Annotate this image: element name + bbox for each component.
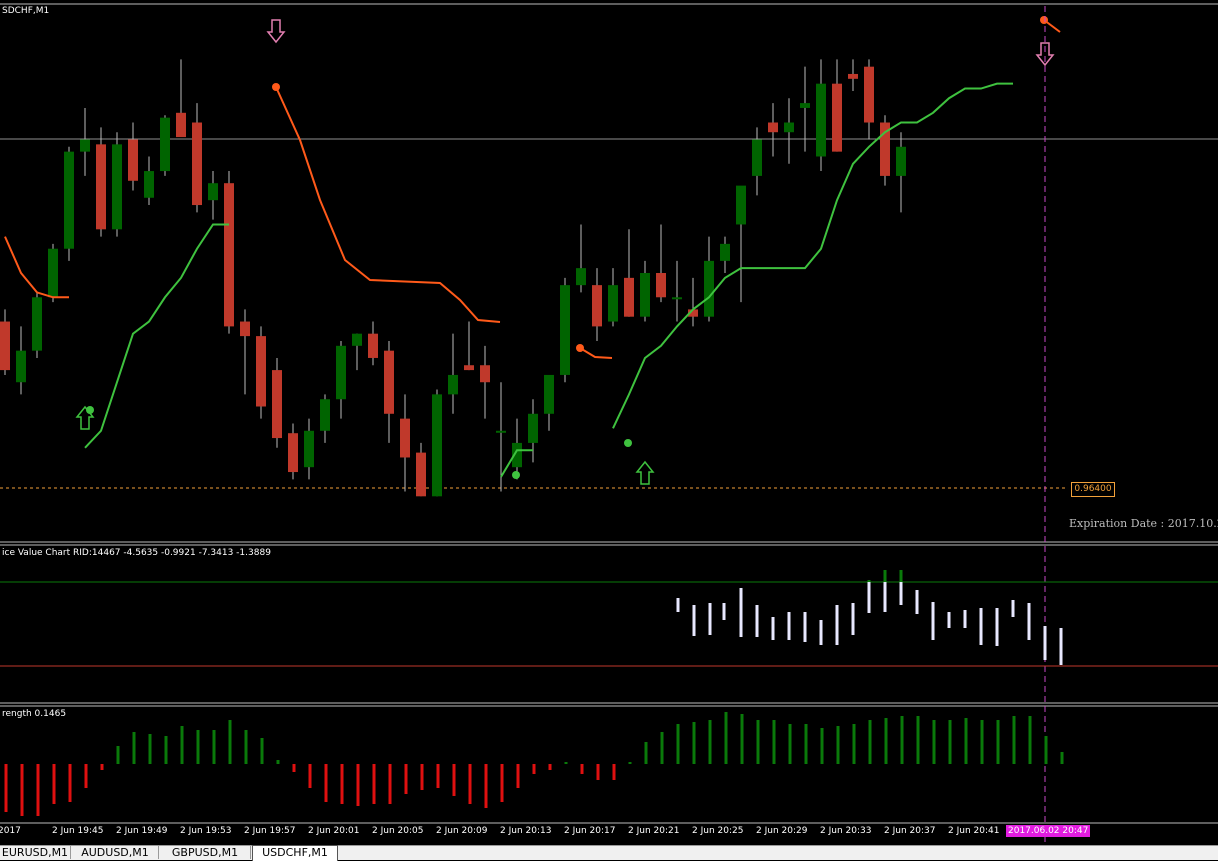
candle-body bbox=[176, 112, 186, 138]
candle-body bbox=[544, 374, 554, 414]
candle-body bbox=[256, 336, 266, 407]
buy-arrow-icon bbox=[635, 460, 655, 485]
candle-body bbox=[768, 122, 778, 133]
candle-body bbox=[496, 430, 506, 433]
lower-band-line-1 bbox=[84, 223, 229, 449]
upper-band-line-1 bbox=[4, 236, 69, 299]
time-axis-label: 2 Jun 20:21 bbox=[628, 826, 680, 836]
candle-body bbox=[816, 83, 826, 157]
price-level-tag: 0.96400 bbox=[1071, 482, 1115, 497]
time-axis-label: 2 Jun 20:33 bbox=[820, 826, 872, 836]
tab-audusd[interactable]: AUDUSD,M1 bbox=[72, 846, 159, 859]
candle-body bbox=[416, 452, 426, 497]
candle-body bbox=[144, 171, 154, 198]
candle-body bbox=[304, 430, 314, 468]
price-value-chart-title: ice Value Chart RID:14467 -4.5635 -0.992… bbox=[2, 548, 271, 558]
candle-body bbox=[832, 83, 842, 152]
candle-body bbox=[352, 333, 362, 346]
candle-body bbox=[560, 285, 570, 375]
time-axis-label: 2 Jun 20:37 bbox=[884, 826, 936, 836]
candle-body bbox=[16, 350, 26, 383]
upper-band-line-2 bbox=[275, 86, 501, 323]
candle-body bbox=[160, 117, 170, 172]
chart-tabs-bar: EURUSD,M1 AUDUSD,M1 GBPUSD,M1 USDCHF,M1 bbox=[0, 845, 1218, 861]
candle-body bbox=[192, 122, 202, 206]
candle-body bbox=[320, 399, 330, 431]
candle-body bbox=[448, 374, 458, 395]
candle-body bbox=[32, 297, 42, 351]
time-axis-label: 2 Jun 20:13 bbox=[500, 826, 552, 836]
chart-canvas[interactable] bbox=[0, 0, 1218, 859]
time-axis-label: 2 Jun 20:29 bbox=[756, 826, 808, 836]
candle-body bbox=[640, 273, 650, 317]
upper-band-dot bbox=[576, 344, 584, 352]
time-axis-label: 2 Jun 19:49 bbox=[116, 826, 168, 836]
sell-arrow-icon bbox=[266, 19, 286, 44]
candle-body bbox=[608, 285, 618, 322]
candle-body bbox=[96, 144, 106, 230]
tab-eurusd[interactable]: EURUSD,M1 bbox=[0, 846, 71, 859]
lower-band-dot bbox=[624, 439, 632, 447]
candle-body bbox=[592, 285, 602, 327]
candle-body bbox=[432, 394, 442, 497]
upper-band-dot bbox=[1040, 16, 1048, 24]
main-chart-title: SDCHF,M1 bbox=[2, 6, 50, 16]
candle-body bbox=[576, 268, 586, 286]
lower-band-line-3 bbox=[612, 82, 1013, 429]
candle-body bbox=[400, 418, 410, 458]
lower-band-dot bbox=[512, 471, 520, 479]
expiration-date-label: Expiration Date : 2017.10.29 bbox=[1069, 517, 1218, 530]
candle-body bbox=[48, 248, 58, 298]
candle-body bbox=[368, 333, 378, 358]
time-axis-label: 2 Jun 20:41 bbox=[948, 826, 1000, 836]
upper-band-dot bbox=[272, 83, 280, 91]
candle-body bbox=[800, 103, 810, 108]
candle-body bbox=[80, 139, 90, 152]
candle-body bbox=[864, 66, 874, 123]
candle-body bbox=[480, 365, 490, 383]
candle-body bbox=[528, 413, 538, 443]
candle-body bbox=[0, 321, 10, 371]
strength-indicator-title: rength 0.1465 bbox=[2, 709, 67, 719]
candle-body bbox=[112, 144, 122, 230]
time-axis-label: 2017 bbox=[0, 826, 21, 836]
candle-body bbox=[64, 151, 74, 249]
time-axis-label: 2 Jun 19:45 bbox=[52, 826, 104, 836]
time-axis-label: 2 Jun 20:25 bbox=[692, 826, 744, 836]
candle-body bbox=[240, 321, 250, 337]
upper-band-line-3 bbox=[579, 347, 613, 359]
candle-body bbox=[272, 370, 282, 439]
candle-body bbox=[128, 139, 138, 181]
candle-body bbox=[656, 273, 666, 298]
candle-body bbox=[224, 183, 234, 327]
candle-body bbox=[784, 122, 794, 133]
candle-body bbox=[704, 260, 714, 317]
time-cursor-label: 2017.06.02 20:47 bbox=[1006, 825, 1091, 837]
candle-body bbox=[848, 73, 858, 79]
candle-body bbox=[624, 277, 634, 317]
time-axis-label: 2 Jun 20:01 bbox=[308, 826, 360, 836]
candle-body bbox=[464, 365, 474, 371]
candle-body bbox=[896, 146, 906, 176]
candle-body bbox=[336, 345, 346, 400]
candle-body bbox=[672, 297, 682, 300]
time-axis-label: 2 Jun 20:05 bbox=[372, 826, 424, 836]
tab-gbpusd[interactable]: GBPUSD,M1 bbox=[160, 846, 251, 859]
candle-body bbox=[288, 433, 298, 473]
time-axis-label: 2 Jun 20:17 bbox=[564, 826, 616, 836]
candle-body bbox=[384, 350, 394, 414]
candle-body bbox=[720, 243, 730, 261]
candle-body bbox=[736, 185, 746, 225]
time-axis-label: 2 Jun 19:57 bbox=[244, 826, 296, 836]
candle-body bbox=[752, 139, 762, 176]
time-axis-label: 2 Jun 20:09 bbox=[436, 826, 488, 836]
time-axis-label: 2 Jun 19:53 bbox=[180, 826, 232, 836]
candle-body bbox=[208, 183, 218, 201]
